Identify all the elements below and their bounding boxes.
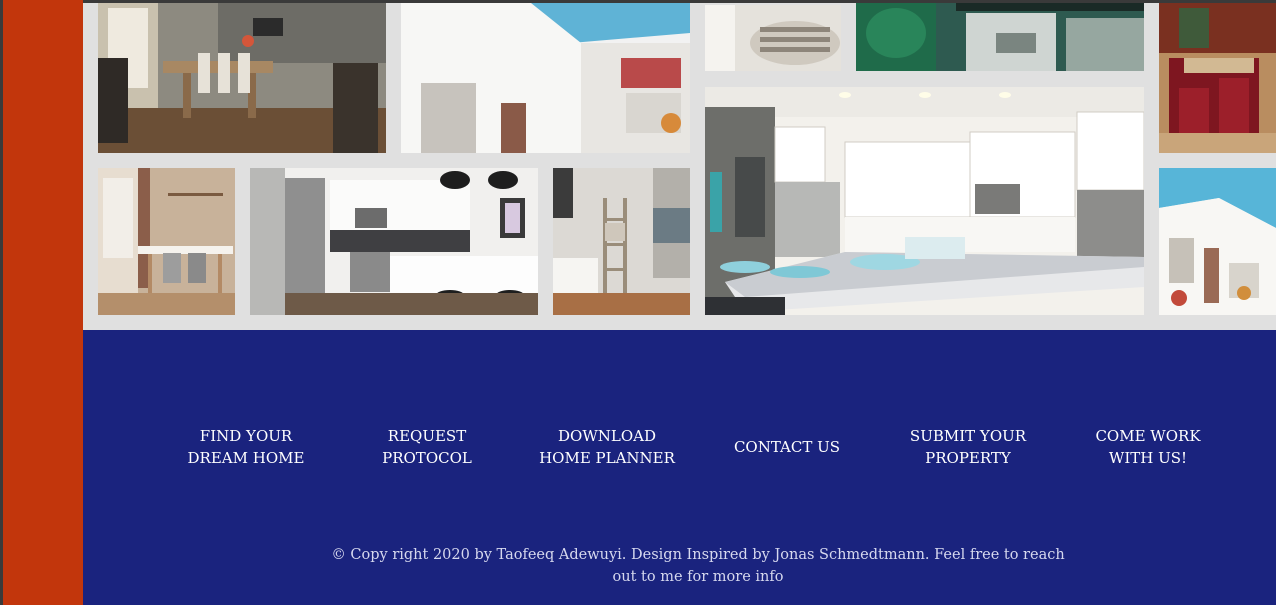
large-kitchen-photo [705, 87, 1144, 315]
dining-table-photo [98, 168, 235, 315]
site-footer: FIND YOUR DREAM HOME REQUEST PROTOCOL DO… [83, 330, 1276, 605]
photo-gallery [83, 3, 1276, 330]
footer-link-download-planner[interactable]: DOWNLOAD HOME PLANNER [522, 425, 692, 469]
white-building-photo [401, 3, 690, 153]
green-living-photo [856, 3, 1144, 71]
footer-link-submit-property[interactable]: SUBMIT YOUR PROPERTY [883, 425, 1053, 469]
left-sidebar [0, 0, 83, 605]
white-building-2-photo [1159, 168, 1276, 315]
white-kitchen-photo [250, 168, 538, 315]
red-kitchen-photo [1159, 3, 1276, 153]
footer-link-contact-us[interactable]: CONTACT US [702, 436, 872, 458]
footer-link-careers[interactable]: COME WORK WITH US! [1063, 425, 1233, 469]
dining-room-photo [98, 3, 386, 153]
copyright-text: © Copy right 2020 by Taofeeq Adewuyi. De… [331, 547, 1065, 585]
footer-link-find-home[interactable]: FIND YOUR DREAM HOME [161, 425, 331, 469]
pillows-photo [705, 5, 841, 71]
footer-link-request-protocol[interactable]: REQUEST PROTOCOL [342, 425, 512, 469]
ladder-room-photo [553, 168, 690, 315]
